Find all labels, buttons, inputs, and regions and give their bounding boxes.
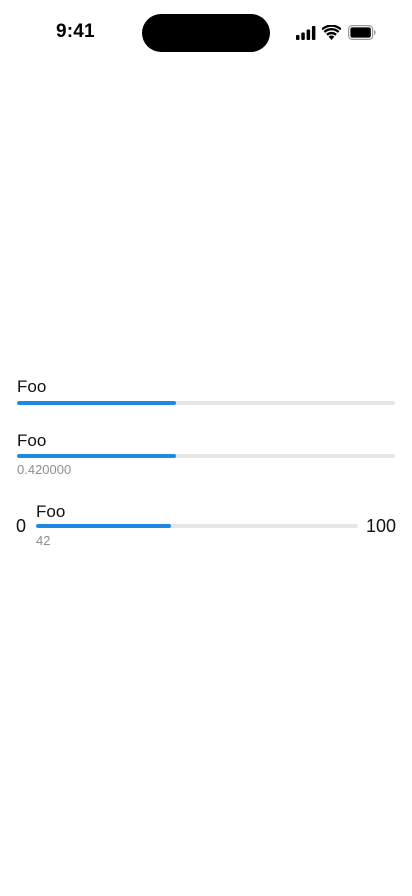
status-bar: 9:41	[0, 0, 412, 64]
progress-track	[36, 524, 358, 528]
status-time: 9:41	[56, 21, 95, 42]
progress-track	[17, 401, 395, 405]
dynamic-island	[142, 14, 270, 52]
progress-track	[17, 454, 395, 458]
progress-min-label: 0	[16, 516, 27, 536]
progress-value-text: 0.420000	[17, 462, 72, 477]
progress-max-label: 100	[366, 516, 397, 536]
progress-label: Foo	[36, 502, 66, 521]
progress-fill	[17, 401, 176, 405]
cellular-signal-icon	[296, 26, 316, 40]
progress-fill	[17, 454, 176, 458]
battery-icon	[348, 25, 376, 40]
progress-value-text: 42	[36, 533, 51, 548]
progress-label: Foo	[17, 377, 47, 396]
progress-fill	[36, 524, 172, 528]
wifi-icon	[322, 25, 341, 40]
progress-label: Foo	[17, 431, 47, 450]
